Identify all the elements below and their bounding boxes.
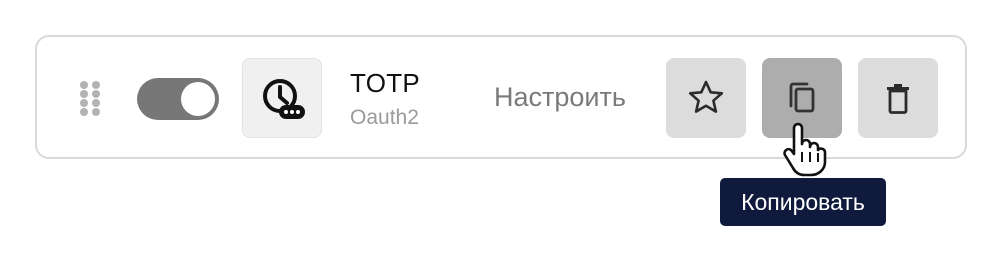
provider-title: TOTP bbox=[350, 68, 421, 98]
copy-tooltip: Копировать bbox=[720, 178, 886, 226]
toggle-knob bbox=[181, 82, 215, 116]
favorite-button[interactable] bbox=[666, 58, 746, 138]
drag-handle-icon[interactable] bbox=[78, 80, 104, 116]
provider-icon-box bbox=[242, 58, 322, 138]
copy-button[interactable] bbox=[762, 58, 842, 138]
delete-button[interactable] bbox=[858, 58, 938, 138]
trash-icon bbox=[887, 84, 909, 114]
clock-password-icon bbox=[263, 79, 305, 119]
provider-list-stage: TOTP Oauth2 Настроить Копировать bbox=[0, 0, 1004, 262]
configure-link[interactable]: Настроить bbox=[494, 82, 626, 113]
provider-subtitle: Oauth2 bbox=[350, 106, 419, 129]
copy-icon bbox=[789, 82, 815, 113]
star-icon bbox=[688, 80, 724, 113]
enable-toggle[interactable] bbox=[137, 78, 219, 120]
